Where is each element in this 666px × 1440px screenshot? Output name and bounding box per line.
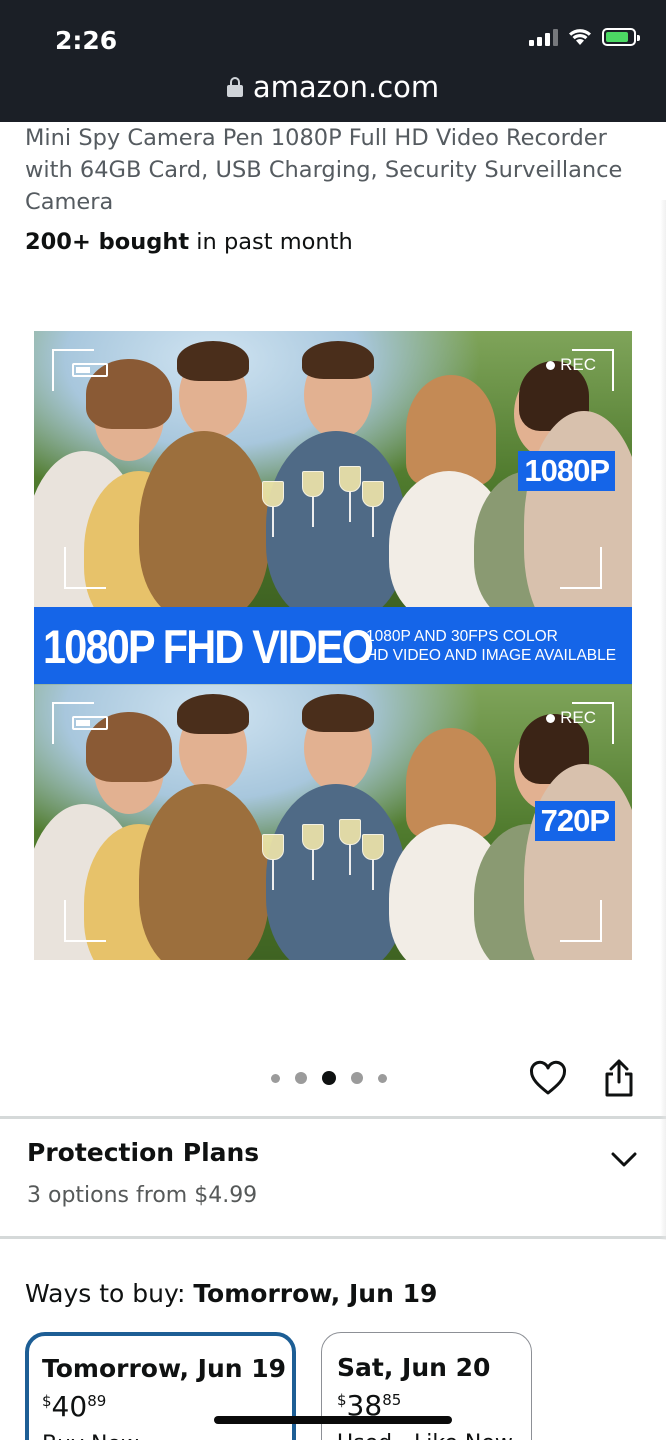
address-bar[interactable]: amazon.com (0, 70, 666, 104)
banner-caption-line1: 1080P AND 30FPS COLOR (366, 628, 558, 645)
carousel-dot[interactable] (271, 1073, 280, 1083)
scroll-shade (660, 200, 666, 1240)
price-fraction: 89 (87, 1392, 107, 1410)
rec-indicator: REC (546, 355, 596, 375)
carousel-dot[interactable] (378, 1073, 387, 1083)
wifi-icon (569, 29, 591, 45)
product-title[interactable]: Mini Spy Camera Pen 1080P Full HD Video … (25, 122, 635, 218)
section-divider (0, 1236, 666, 1239)
lock-icon (226, 77, 243, 97)
share-icon[interactable] (603, 1058, 635, 1098)
product-image[interactable]: REC 1080P 1080P FHD VIDEO 1080P AND 30FP… (34, 331, 632, 960)
camera-battery-icon (72, 716, 108, 730)
rec-indicator: REC (546, 708, 596, 728)
buy-option-date: Tomorrow, Jun 19 (42, 1354, 287, 1383)
browser-top-bar: 2:26 amazon.com (0, 0, 666, 122)
status-icons (529, 28, 640, 46)
ways-to-buy-date: Tomorrow, Jun 19 (193, 1279, 438, 1308)
buy-option-price: $4089 (42, 1390, 106, 1423)
carousel-dot[interactable] (295, 1072, 307, 1084)
image-frame-720p: REC 720P (34, 684, 632, 960)
carousel-dot[interactable] (351, 1072, 363, 1084)
buy-option-type: Buy Now (42, 1432, 139, 1440)
ways-to-buy-heading: Ways to buy: Tomorrow, Jun 19 (25, 1279, 437, 1308)
resolution-badge-1080p: 1080P (518, 451, 615, 491)
section-divider (0, 1116, 666, 1119)
image-frame-1080p: REC 1080P (34, 331, 632, 607)
home-indicator[interactable] (214, 1416, 452, 1424)
banner-title: 1080P FHD VIDEO (43, 620, 374, 673)
url-text: amazon.com (252, 70, 440, 104)
buy-option-date: Sat, Jun 20 (337, 1353, 491, 1382)
status-time: 2:26 (55, 26, 118, 55)
protection-plans-title: Protection Plans (27, 1138, 260, 1167)
image-banner: 1080P FHD VIDEO 1080P AND 30FPS COLOR HD… (34, 607, 632, 684)
camera-battery-icon (72, 363, 108, 377)
carousel-dot-active[interactable] (322, 1071, 336, 1085)
resolution-badge-720p: 720P (534, 801, 615, 841)
rec-label: REC (560, 355, 596, 374)
battery-icon (602, 28, 640, 46)
price-currency: $ (42, 1392, 52, 1410)
buy-option-type: Used - Like New (337, 1431, 513, 1440)
signal-icon (529, 28, 558, 46)
price-whole: 40 (51, 1390, 88, 1423)
protection-plans-subtitle: 3 options from $4.99 (27, 1183, 258, 1208)
bought-count: 200+ bought in past month (25, 229, 353, 255)
banner-caption: 1080P AND 30FPS COLOR HD VIDEO AND IMAGE… (366, 627, 616, 665)
bought-count-bold: 200+ bought (25, 229, 190, 255)
chevron-down-icon[interactable] (611, 1151, 637, 1169)
banner-caption-line2: HD VIDEO AND IMAGE AVAILABLE (366, 647, 617, 664)
heart-icon[interactable] (529, 1060, 567, 1096)
bought-count-rest: in past month (189, 229, 353, 255)
ways-to-buy-label: Ways to buy: (25, 1279, 194, 1308)
price-currency: $ (337, 1391, 347, 1409)
rec-label: REC (560, 708, 596, 727)
carousel-dots[interactable] (271, 1071, 387, 1085)
price-fraction: 85 (382, 1391, 402, 1409)
